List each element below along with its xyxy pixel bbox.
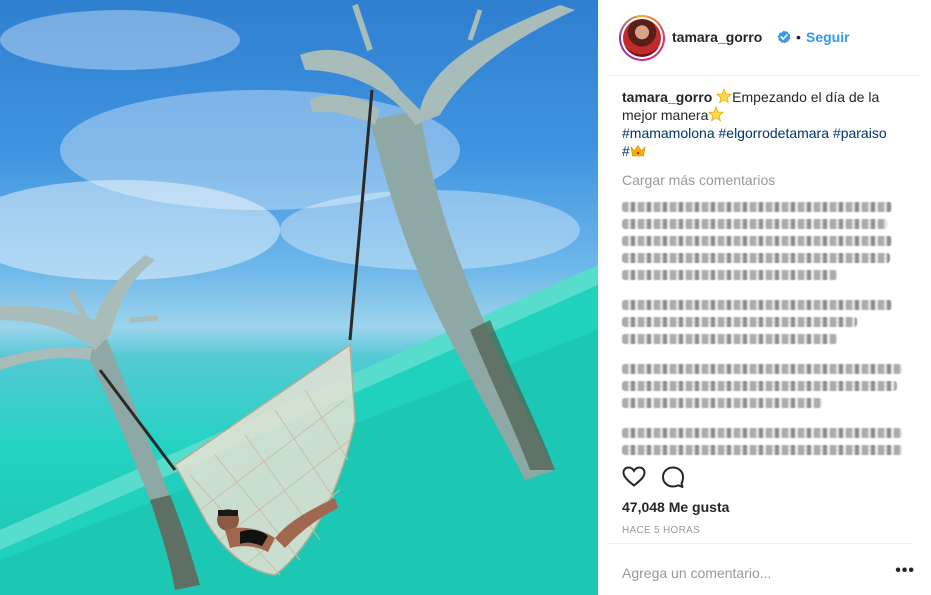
hashtag-link[interactable]: # — [622, 143, 630, 159]
blurred-comments — [622, 202, 912, 455]
post-actions — [622, 465, 912, 495]
blurred-comment-line — [622, 428, 902, 438]
hashtag-link[interactable]: #paraiso — [833, 125, 887, 141]
blurred-comment-line — [622, 334, 837, 344]
blurred-comment-line — [622, 236, 892, 246]
caption-username[interactable]: tamara_gorro — [622, 89, 712, 105]
crown-emoji — [630, 144, 646, 157]
blurred-comment-line — [622, 300, 892, 310]
blurred-comment-line — [622, 317, 857, 327]
blurred-comment-line — [622, 381, 897, 391]
avatar[interactable] — [619, 15, 665, 61]
comment-input[interactable]: Agrega un comentario... — [622, 565, 771, 581]
blurred-comment-line — [622, 364, 902, 374]
post-photo[interactable] — [0, 0, 598, 595]
follow-button[interactable]: Seguir — [806, 29, 850, 45]
hashtag-link[interactable]: #mamamolona — [622, 125, 715, 141]
hashtag-link[interactable]: #elgorrodetamara — [719, 125, 830, 141]
star-emoji — [708, 106, 725, 122]
post-header: tamara_gorro • Seguir — [608, 0, 921, 76]
blurred-comment-line — [622, 219, 887, 229]
blurred-comment-line — [622, 445, 902, 455]
like-count[interactable]: 47,048 Me gusta — [622, 499, 729, 515]
more-options-button[interactable]: ••• — [895, 562, 915, 580]
post-sidebar: tamara_gorro • Seguir tamara_gorro Empez… — [598, 0, 931, 595]
star-emoji — [716, 88, 733, 104]
verified-badge-icon — [777, 30, 791, 44]
post-author-username[interactable]: tamara_gorro — [672, 29, 762, 45]
header-separator: • — [796, 29, 801, 45]
blurred-comment-line — [622, 270, 837, 280]
blurred-comment-line — [622, 253, 890, 263]
heart-icon[interactable] — [622, 465, 646, 489]
post-caption: tamara_gorro Empezando el día de la mejo… — [622, 88, 912, 160]
load-more-comments-link[interactable]: Cargar más comentarios — [622, 172, 912, 188]
blurred-comment-line — [622, 202, 892, 212]
beach-hammock-illustration — [0, 4, 598, 595]
add-comment-bar: Agrega un comentario... ••• — [608, 543, 914, 595]
avatar-image — [623, 19, 661, 57]
speech-bubble-icon[interactable] — [661, 465, 685, 489]
post-timestamp[interactable]: HACE 5 HORAS — [622, 525, 700, 536]
comments-section: tamara_gorro Empezando el día de la mejo… — [622, 88, 912, 462]
blurred-comment-line — [622, 398, 822, 408]
